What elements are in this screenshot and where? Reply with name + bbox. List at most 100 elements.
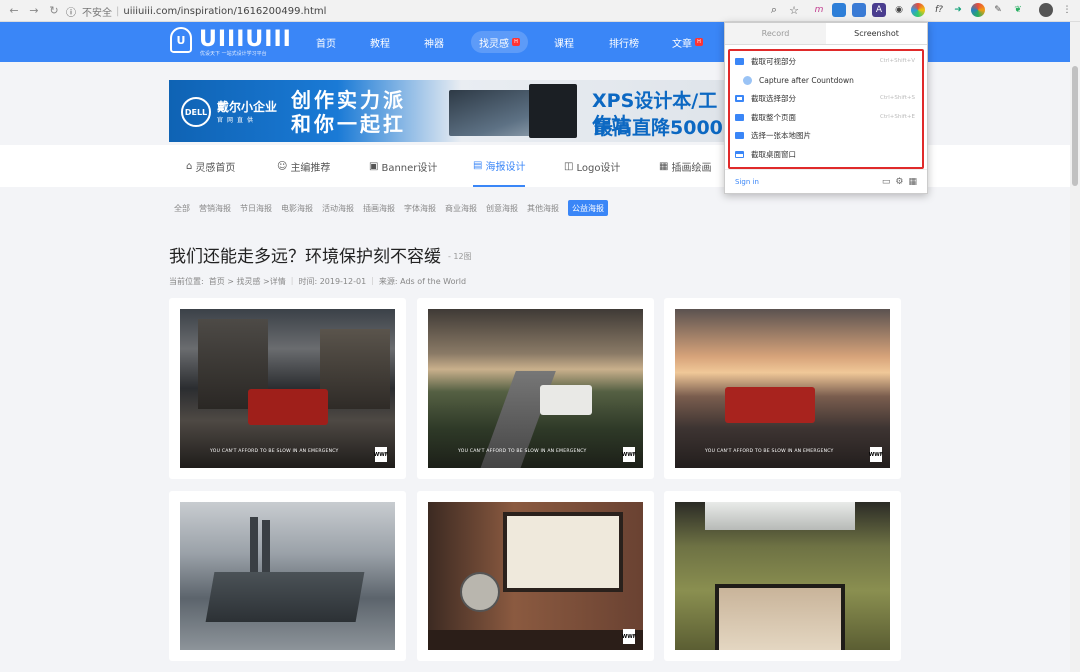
capture-entire-page[interactable]: 截取整个页面 Ctrl+Shift+E	[735, 109, 915, 125]
poster-card[interactable]: YOU CAN'T AFFORD TO BE SLOW IN AN EMERGE…	[169, 298, 406, 479]
tag-movie[interactable]: 电影海报	[281, 200, 313, 216]
tag-event[interactable]: 活动海报	[322, 200, 354, 216]
poster-card[interactable]: WWF	[417, 491, 654, 661]
account-icon[interactable]	[1039, 3, 1053, 17]
extension-ia-icon[interactable]: A	[872, 3, 886, 17]
popup-tabs: Record Screenshot	[725, 23, 927, 45]
gallery-icon[interactable]: ▦	[908, 177, 917, 187]
menu-item-label: 截取桌面窗口	[751, 149, 796, 159]
tab-record[interactable]: Record	[725, 23, 826, 44]
site-logo[interactable]: U UIIIUIII 优设天下 一站式设计学习平台	[170, 27, 292, 57]
subnav-home-label: 灵感首页	[195, 162, 236, 174]
menu-item-label: Capture after Countdown	[759, 75, 854, 85]
forward-icon[interactable]: →	[24, 1, 44, 21]
nav-tutorials[interactable]: 教程	[370, 22, 390, 62]
nav-tools[interactable]: 神器	[424, 22, 444, 62]
nav-courses[interactable]: 课程	[554, 22, 574, 62]
extension-ring-icon[interactable]	[971, 3, 985, 17]
subnav-logo[interactable]: ◫ Logo设计	[564, 145, 620, 187]
select-local-image[interactable]: 选择一张本地图片	[735, 127, 915, 143]
extension-arrow-icon[interactable]: ➜	[951, 3, 965, 17]
tab-screenshot[interactable]: Screenshot	[826, 23, 927, 44]
poster-card[interactable]: YOU CAN'T AFFORD TO BE SLOW IN AN EMERGE…	[417, 298, 654, 479]
capture-visible-part[interactable]: 截取可视部分 Ctrl+Shift+V	[735, 53, 915, 69]
extension-blue-icon[interactable]	[832, 3, 846, 17]
menu-icon[interactable]: ⋮	[1060, 3, 1074, 17]
tag-other[interactable]: 其他海报	[527, 200, 559, 216]
scrollbar-thumb[interactable]	[1072, 66, 1078, 186]
url-text[interactable]: uiiiuiii.com/inspiration/1616200499.html	[123, 6, 326, 17]
poster-caption: YOU CAN'T AFFORD TO BE SLOW IN AN EMERGE…	[210, 449, 339, 454]
poster-image-fan-wave: WWF	[428, 502, 643, 650]
poster-image-sea-fire-truck: YOU CAN'T AFFORD TO BE SLOW IN AN EMERGE…	[675, 309, 890, 468]
extension-m-icon[interactable]: m	[812, 3, 826, 17]
subnav-editor-pick[interactable]: ☺ 主编推荐	[277, 145, 330, 187]
sign-in-link[interactable]: Sign in	[735, 178, 759, 186]
extension-leaf-icon[interactable]: ❦	[1011, 3, 1025, 17]
visible-part-icon	[735, 57, 744, 65]
poster-card[interactable]	[664, 491, 901, 661]
logo-icon: U	[170, 27, 192, 53]
logo-text: UIIIUIII	[199, 27, 292, 52]
capture-desktop-window[interactable]: 截取桌面窗口	[735, 146, 915, 162]
banner-slogan-1: 创作实力派	[291, 88, 406, 112]
poster-image-flooded-city	[180, 502, 395, 650]
subnav-illustration[interactable]: ▦ 插画绘画	[659, 145, 711, 187]
tag-typography[interactable]: 字体海报	[404, 200, 436, 216]
tag-marketing[interactable]: 营销海报	[199, 200, 231, 216]
nav-ranking[interactable]: 排行榜	[609, 22, 639, 62]
address-bar[interactable]: ⓘ 不安全 | uiiiuiii.com/inspiration/1616200…	[66, 2, 766, 20]
reload-icon[interactable]: ↻	[44, 1, 64, 21]
page-scrollbar[interactable]	[1070, 22, 1080, 672]
subnav-banner-label: Banner设计	[381, 162, 438, 174]
poster-caption: YOU CAN'T AFFORD TO BE SLOW IN AN EMERGE…	[705, 449, 834, 454]
dell-ad-banner[interactable]: DELL 戴尔小企业 官网直供 创作实力派 和你一起扛 XPS设计本/工作站 最高…	[169, 80, 731, 142]
gear-icon[interactable]: ⚙	[895, 177, 903, 187]
capture-after-countdown[interactable]: Capture after Countdown	[735, 72, 915, 88]
zoom-icon[interactable]: ⌕	[767, 3, 781, 17]
wwf-logo: WWF	[374, 447, 388, 462]
nav-home[interactable]: 首页	[316, 22, 336, 62]
selection-icon	[735, 94, 744, 102]
subnav-illustration-label: 插画绘画	[671, 162, 712, 174]
capture-selected-area[interactable]: 截取选择部分 Ctrl+Shift+S	[735, 90, 915, 106]
subnav-banner[interactable]: ▣ Banner设计	[369, 145, 437, 187]
wwf-logo: WWF	[622, 629, 636, 644]
menu-item-label: 截取整个页面	[751, 112, 796, 122]
menu-item-label: 截取可视部分	[751, 56, 796, 66]
tag-public-welfare[interactable]: 公益海报	[568, 200, 608, 216]
menu-item-label: 选择一张本地图片	[751, 130, 811, 140]
poster-card[interactable]: YOU CAN'T AFFORD TO BE SLOW IN AN EMERGE…	[664, 298, 901, 479]
bookmark-star-icon[interactable]: ☆	[787, 3, 801, 17]
banner-price: 最高直降5000	[594, 117, 723, 139]
monitor-icon[interactable]: ▭	[882, 177, 891, 187]
extension-chart-icon[interactable]	[852, 3, 866, 17]
nav-inspiration[interactable]: 找灵感 H	[471, 31, 528, 53]
picture-icon: ▦	[659, 160, 669, 172]
subnav-poster-label: 海报设计	[485, 161, 526, 173]
tag-all[interactable]: 全部	[174, 200, 190, 216]
home-icon: ⌂	[186, 160, 193, 172]
tag-holiday[interactable]: 节日海报	[240, 200, 272, 216]
post-date: 时间: 2019-12-01	[298, 277, 367, 286]
banner-slogan-2: 和你一起扛	[291, 112, 406, 136]
back-icon[interactable]: ←	[4, 1, 24, 21]
subnav-poster[interactable]: ▤ 海报设计	[473, 145, 526, 187]
extension-pen-icon[interactable]: ✎	[991, 3, 1005, 17]
post-source: 来源: Ads of the World	[378, 277, 467, 286]
tag-creative[interactable]: 创意海报	[486, 200, 518, 216]
extension-eye-icon[interactable]: ◉	[892, 3, 906, 17]
shortcut-label: Ctrl+Shift+E	[880, 114, 915, 120]
tag-illustration[interactable]: 插画海报	[363, 200, 395, 216]
extension-screenshot-icon[interactable]	[911, 3, 925, 17]
poster-card[interactable]	[169, 491, 406, 661]
nav-articles[interactable]: 文章 H	[672, 22, 703, 62]
info-icon[interactable]: ⓘ	[66, 4, 76, 19]
extension-formula-icon[interactable]: f?	[932, 3, 946, 17]
nav-inspiration-label: 找灵感	[479, 38, 509, 50]
tag-commercial[interactable]: 商业海报	[445, 200, 477, 216]
logo-icon: ◫	[564, 160, 574, 172]
subnav-home[interactable]: ⌂ 灵感首页	[186, 145, 235, 187]
page-title: 我们还能走多远？环境保护刻不容缓	[169, 247, 441, 267]
breadcrumb-path[interactable]: 首页 > 找灵感 >详情	[209, 276, 286, 287]
